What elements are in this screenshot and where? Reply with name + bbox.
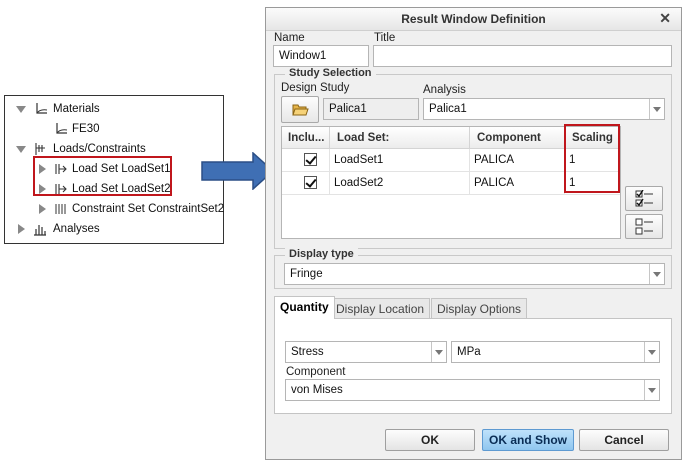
result-window-definition-dialog: Result Window Definition ✕ Name Window1 … — [265, 7, 682, 460]
chevron-down-icon[interactable] — [431, 342, 446, 362]
loads-constraints-icon — [35, 143, 45, 155]
quantity-select[interactable]: Stress — [285, 341, 447, 363]
analysis-select[interactable]: Palica1 — [423, 98, 665, 120]
materials-icon — [36, 103, 48, 114]
display-type-title: Display type — [285, 248, 358, 260]
quantity-select-value: Stress — [291, 346, 324, 358]
collapse-arrow-icon[interactable] — [16, 146, 26, 153]
title-input[interactable] — [373, 45, 672, 67]
cancel-button[interactable]: Cancel — [579, 429, 669, 451]
tab-quantity[interactable]: Quantity — [274, 296, 335, 319]
load-set-cell: LoadSet2 — [330, 172, 470, 195]
chevron-down-icon[interactable] — [649, 99, 664, 119]
include-checkbox[interactable] — [304, 176, 317, 189]
tab-display-location[interactable]: Display Location — [330, 298, 431, 319]
chevron-down-icon[interactable] — [644, 342, 659, 362]
component-label: Component — [286, 366, 346, 378]
include-checkbox[interactable] — [304, 153, 317, 166]
right-arrow-icon — [201, 152, 275, 190]
chevron-down-icon[interactable] — [649, 264, 664, 284]
units-select[interactable]: MPa — [451, 341, 660, 363]
expand-arrow-icon[interactable] — [18, 224, 25, 234]
load-set-cell: LoadSet1 — [330, 149, 470, 172]
tree-item-constraintset2[interactable]: Constraint Set ConstraintSet2 — [5, 200, 224, 218]
component-select-value: von Mises — [291, 384, 343, 396]
include-cell — [282, 149, 330, 172]
include-cell — [282, 172, 330, 195]
title-label: Title — [374, 32, 396, 44]
constraint-set-icon — [55, 204, 66, 214]
column-header-load-set[interactable]: Load Set: — [330, 127, 470, 149]
material-icon — [56, 123, 68, 134]
display-type-select[interactable]: Fringe — [284, 263, 665, 285]
design-study-field: Palica1 — [323, 98, 419, 120]
tab-display-options[interactable]: Display Options — [431, 298, 528, 319]
ok-button[interactable]: OK — [385, 429, 475, 451]
expand-arrow-icon[interactable] — [39, 204, 46, 214]
component-cell: PALICA — [470, 172, 565, 195]
analysis-select-value: Palica1 — [429, 103, 467, 115]
design-study-label: Design Study — [281, 82, 350, 94]
component-select[interactable]: von Mises — [285, 379, 660, 401]
tree-item-materials[interactable]: Materials — [5, 100, 221, 118]
deselect-all-button[interactable] — [625, 214, 663, 239]
dialog-titlebar: Result Window Definition ✕ — [266, 8, 681, 31]
units-select-value: MPa — [457, 346, 481, 358]
tree-item-analyses[interactable]: Analyses — [5, 220, 221, 238]
component-cell: PALICA — [470, 149, 565, 172]
deselect-all-icon — [635, 218, 653, 235]
select-all-icon — [635, 190, 653, 207]
name-input[interactable]: Window1 — [273, 45, 369, 67]
ok-and-show-button[interactable]: OK and Show — [482, 429, 574, 451]
study-selection-title: Study Selection — [285, 67, 376, 79]
analyses-icon — [34, 225, 46, 236]
select-all-button[interactable] — [625, 186, 663, 211]
highlight-box-scaling — [564, 124, 620, 193]
close-icon[interactable]: ✕ — [659, 10, 671, 27]
chevron-down-icon[interactable] — [644, 380, 659, 400]
tree-item-fe30[interactable]: FE30 — [5, 120, 221, 138]
collapse-arrow-icon[interactable] — [16, 106, 26, 113]
column-header-include[interactable]: Inclu... — [282, 127, 330, 149]
highlight-box-load-sets — [33, 156, 172, 196]
dialog-title: Result Window Definition — [401, 12, 546, 26]
column-header-component[interactable]: Component — [470, 127, 565, 149]
folder-open-icon — [292, 104, 309, 116]
display-type-value: Fringe — [290, 268, 323, 280]
name-label: Name — [274, 32, 305, 44]
analysis-label: Analysis — [423, 84, 466, 96]
open-folder-button[interactable] — [281, 96, 319, 123]
